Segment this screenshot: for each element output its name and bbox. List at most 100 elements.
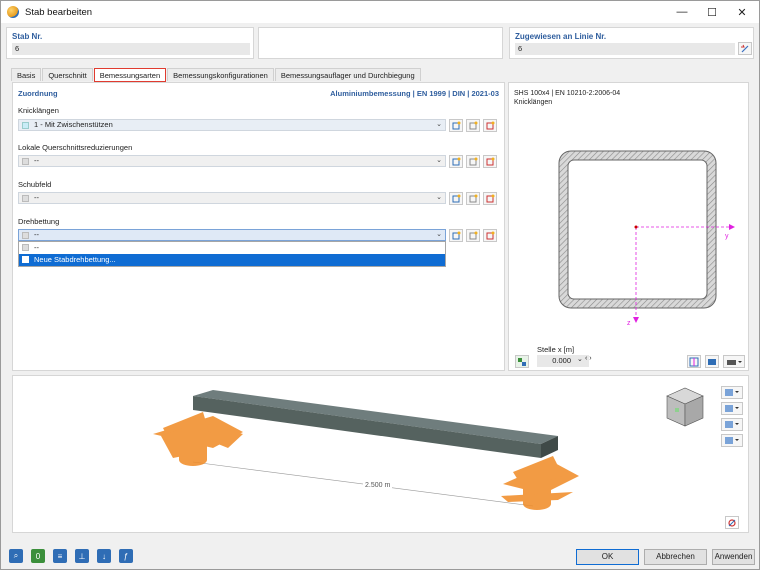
- schubfeld-label: Schubfeld: [18, 180, 52, 189]
- cross-section-drawing: y z: [558, 150, 735, 327]
- querschnittsreduzierungen-value: --: [34, 156, 39, 165]
- beam: [193, 390, 558, 458]
- zugewiesen-label: Zugewiesen an Linie Nr.: [515, 32, 607, 41]
- schubfeld-select[interactable]: -- ⌄: [18, 192, 446, 204]
- delete-item-icon[interactable]: [483, 192, 497, 205]
- assignment-panel: Zuordnung Aluminiumbemessung | EN 1999 |…: [12, 82, 505, 371]
- dropdown-option-neue-stabdrehbettung[interactable]: Neue Stabdrehbettung...: [19, 254, 445, 266]
- apply-button[interactable]: Anwenden: [712, 549, 755, 565]
- cancel-button[interactable]: Abbrechen: [644, 549, 707, 565]
- querschnittsreduzierungen-label: Lokale Querschnittsreduzierungen: [18, 143, 133, 152]
- formula-icon[interactable]: ƒ: [119, 549, 133, 563]
- maximize-button[interactable]: ☐: [697, 1, 727, 23]
- cross-section-info: SHS 100x4 | EN 10210-2:2006-04 Knickläng…: [514, 89, 620, 107]
- load-icon[interactable]: ↓: [97, 549, 111, 563]
- drehbettung-select[interactable]: -- ⌄: [18, 229, 446, 241]
- section-view-icon[interactable]: [721, 434, 743, 447]
- units-icon[interactable]: 0: [31, 549, 45, 563]
- zugewiesen-box: Zugewiesen an Linie Nr. 6: [509, 27, 754, 59]
- edit-item-icon[interactable]: [466, 229, 480, 242]
- ok-button[interactable]: OK: [576, 549, 639, 565]
- option-label: Neue Stabdrehbettung...: [34, 255, 116, 264]
- axes-icon[interactable]: [721, 402, 743, 415]
- section-inner: [567, 159, 708, 300]
- tab-querschnitt[interactable]: Querschnitt: [42, 68, 93, 81]
- drehbettung-label: Drehbettung: [18, 217, 60, 226]
- color-swatch: [22, 158, 29, 165]
- knicklaengen-value: 1 - Mit Zwischenstützen: [34, 120, 113, 129]
- design-norm-label: Aluminiumbemessung | EN 1999 | DIN | 202…: [330, 89, 499, 98]
- app-icon: [7, 6, 19, 18]
- view-options-icon[interactable]: [687, 355, 701, 368]
- display-icon[interactable]: [705, 355, 719, 368]
- tab-bemessungskonfigurationen[interactable]: Bemessungskonfigurationen: [167, 68, 274, 81]
- color-swatch: [22, 122, 29, 129]
- table-icon[interactable]: ≡: [53, 549, 67, 563]
- stab-nr-label: Stab Nr.: [12, 32, 43, 41]
- color-swatch: [22, 195, 29, 202]
- zugewiesen-field[interactable]: 6: [515, 43, 735, 55]
- color-swatch: [22, 256, 29, 263]
- right-support: [501, 456, 579, 510]
- delete-item-icon[interactable]: [483, 155, 497, 168]
- drehbettung-dropdown: -- Neue Stabdrehbettung...: [18, 241, 446, 267]
- cross-section-panel: SHS 100x4 | EN 10210-2:2006-04 Knickläng…: [508, 82, 749, 371]
- chevron-down-icon: ⌄: [436, 194, 442, 201]
- print-icon[interactable]: [723, 355, 745, 368]
- empty-info-box: [258, 27, 503, 59]
- display-mode-icon[interactable]: [721, 386, 743, 399]
- layers-icon[interactable]: [721, 418, 743, 431]
- knicklaengen-label: Knicklängen: [18, 106, 59, 115]
- option-label: --: [34, 243, 39, 252]
- axis-y-arrow: [729, 224, 735, 230]
- search-icon[interactable]: ⌕: [9, 549, 23, 563]
- axis-z-arrow: [633, 317, 639, 323]
- window-title: Stab bearbeiten: [25, 6, 93, 18]
- delete-item-icon[interactable]: [483, 119, 497, 132]
- new-item-icon[interactable]: [449, 192, 463, 205]
- left-support: [153, 412, 243, 466]
- centroid-point: [634, 225, 638, 229]
- drehbettung-value: --: [34, 230, 39, 239]
- stelle-stepper-icon[interactable]: ‹ ›: [585, 355, 592, 362]
- stab-nr-field[interactable]: 6: [12, 43, 250, 55]
- section-zuordnung: Zuordnung: [18, 89, 58, 98]
- title-bar: Stab bearbeiten — ☐ ✕: [1, 1, 759, 23]
- schubfeld-value: --: [34, 193, 39, 202]
- support-icon[interactable]: ⊥: [75, 549, 89, 563]
- chevron-down-icon: ⌄: [436, 157, 442, 164]
- stelle-dropdown-icon[interactable]: ⌄: [577, 355, 583, 363]
- color-swatch: [22, 232, 29, 239]
- new-item-icon[interactable]: [449, 229, 463, 242]
- section-settings-icon[interactable]: [515, 355, 529, 368]
- axis-y-label: y: [725, 233, 729, 240]
- chevron-down-icon: ⌄: [436, 121, 442, 128]
- reset-view-icon[interactable]: [725, 516, 739, 529]
- cross-section-name: SHS 100x4 | EN 10210-2:2006-04: [514, 90, 621, 97]
- axis-z-label: z: [627, 320, 631, 327]
- querschnittsreduzierungen-select[interactable]: -- ⌄: [18, 155, 446, 167]
- dialog-window: Stab bearbeiten — ☐ ✕ Stab Nr. 6 Zugewie…: [0, 0, 760, 570]
- minimize-button[interactable]: —: [667, 1, 697, 23]
- tab-bemessungsauflager[interactable]: Bemessungsauflager und Durchbiegung: [274, 68, 421, 81]
- color-swatch: [22, 244, 29, 251]
- tab-basis[interactable]: Basis: [11, 68, 42, 81]
- tab-bar: Basis Querschnitt Bemessungsarten Bemess…: [11, 68, 422, 82]
- dimension-label: 2.500 m: [363, 482, 393, 489]
- model-drawing: [153, 390, 579, 510]
- close-button[interactable]: ✕: [727, 1, 757, 23]
- delete-item-icon[interactable]: [483, 229, 497, 242]
- new-item-icon[interactable]: [449, 155, 463, 168]
- 3d-model-view[interactable]: 2.500 m: [12, 375, 749, 533]
- pick-line-icon[interactable]: [738, 42, 752, 55]
- edit-item-icon[interactable]: [466, 119, 480, 132]
- stelle-value: 0.000: [552, 356, 571, 365]
- tab-bemessungsarten[interactable]: Bemessungsarten: [93, 68, 167, 82]
- edit-item-icon[interactable]: [466, 155, 480, 168]
- stelle-label: Stelle x [m]: [537, 345, 575, 354]
- dropdown-option-empty[interactable]: --: [19, 242, 445, 254]
- knicklaengen-select[interactable]: 1 - Mit Zwischenstützen ⌄: [18, 119, 446, 131]
- edit-item-icon[interactable]: [466, 192, 480, 205]
- view-cube[interactable]: [663, 384, 707, 430]
- new-item-icon[interactable]: [449, 119, 463, 132]
